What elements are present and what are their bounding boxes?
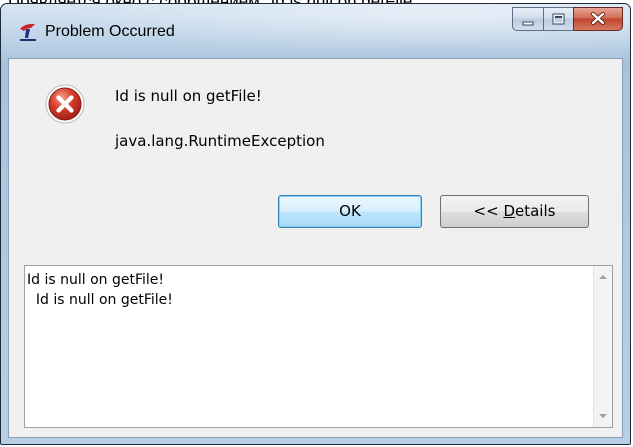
scroll-up-arrow-icon[interactable] <box>599 275 607 279</box>
close-icon <box>591 12 605 25</box>
details-text: Id is null on getFile! Id is null on get… <box>27 272 173 308</box>
details-button-rest: etails <box>515 202 556 220</box>
scroll-down-arrow-icon[interactable] <box>599 414 607 418</box>
details-button-prefix: << <box>473 202 504 220</box>
details-button[interactable]: << Details <box>440 195 589 228</box>
minimize-icon <box>522 21 534 26</box>
details-textarea[interactable]: Id is null on getFile! Id is null on get… <box>24 265 613 428</box>
details-button-mnemonic: D <box>503 202 515 220</box>
minimize-button[interactable] <box>512 7 543 31</box>
title-bar[interactable]: Problem Occurred <box>1 4 630 56</box>
error-icon <box>45 84 85 124</box>
problem-dialog: Problem Occurred Id is null on getFile! … <box>0 3 631 445</box>
vertical-scrollbar[interactable] <box>593 266 612 427</box>
error-message: Id is null on getFile! <box>115 87 262 105</box>
maximize-icon <box>552 13 565 25</box>
exception-type: java.lang.RuntimeException <box>115 132 325 150</box>
close-button[interactable] <box>573 7 623 31</box>
caption-buttons <box>512 7 623 33</box>
maximize-button[interactable] <box>543 7 573 31</box>
app-logo-icon <box>20 23 36 41</box>
dialog-body: Id is null on getFile! java.lang.Runtime… <box>8 58 623 438</box>
ok-button[interactable]: OK <box>278 195 422 228</box>
window-title: Problem Occurred <box>45 23 175 40</box>
